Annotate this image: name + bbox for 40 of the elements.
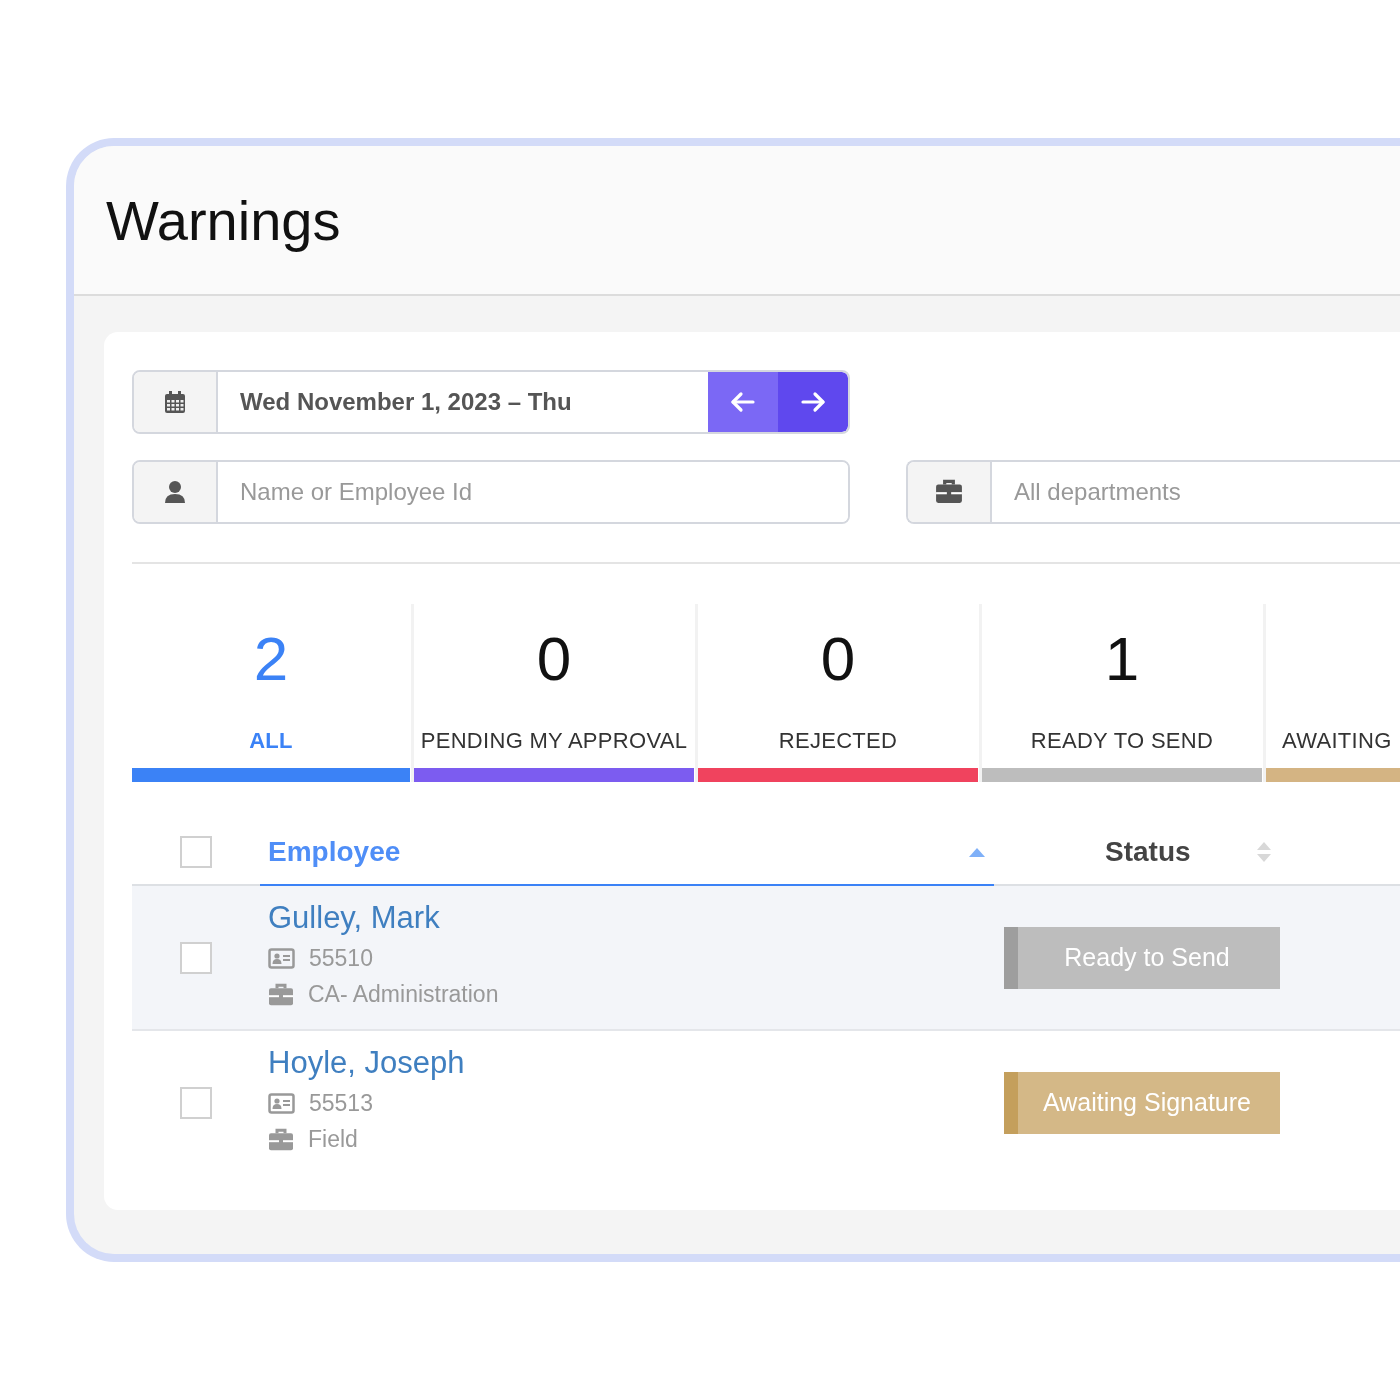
tab-count: 1 xyxy=(1104,628,1140,690)
tab-label: REJECTED xyxy=(778,728,898,754)
left-arrow-icon xyxy=(730,391,756,413)
tab-label: PENDING MY APPROVAL xyxy=(420,728,688,754)
status-tab[interactable]: 0 REJECTED xyxy=(698,604,978,782)
id-card-icon xyxy=(268,948,295,969)
tab-count: 0 xyxy=(536,628,572,690)
employee-id: 55513 xyxy=(309,1090,373,1117)
department-name: CA- Administration xyxy=(308,981,499,1008)
briefcase-icon xyxy=(268,1127,294,1152)
employee-id: 55510 xyxy=(309,945,373,972)
id-card-icon xyxy=(268,1093,295,1114)
status-tab[interactable]: AWAITING xyxy=(1266,604,1400,782)
tab-label: AWAITING xyxy=(1282,728,1392,754)
person-icon xyxy=(164,480,186,504)
column-header[interactable]: Status xyxy=(994,820,1284,884)
status-badge: Ready to Send xyxy=(1004,926,1280,989)
status-tab[interactable]: 0 PENDING MY APPROVAL xyxy=(414,604,694,782)
select-all-checkbox[interactable] xyxy=(180,836,212,868)
department-name: Field xyxy=(308,1126,358,1153)
right-arrow-icon xyxy=(800,391,826,413)
briefcase-icon xyxy=(268,982,294,1007)
briefcase-icon xyxy=(935,479,963,505)
status-badge: Awaiting Signature xyxy=(1004,1071,1280,1134)
next-button[interactable] xyxy=(778,372,848,432)
page-title: Warnings xyxy=(106,187,341,253)
status-tab[interactable]: 1 READY TO SEND xyxy=(982,604,1262,782)
row-checkbox[interactable] xyxy=(180,941,212,974)
tab-label: READY TO SEND xyxy=(1030,728,1214,754)
department-field[interactable]: All departments xyxy=(906,460,1400,524)
tab-label: ALL xyxy=(249,728,293,754)
sort-ascending-icon xyxy=(968,847,986,857)
employee-name[interactable]: Hoyle, Joseph xyxy=(268,1045,994,1081)
tab-count: 0 xyxy=(820,628,856,690)
tab-count: 2 xyxy=(253,628,289,690)
previous-button[interactable] xyxy=(708,372,778,432)
search-field[interactable]: Name or Employee Id xyxy=(132,460,850,524)
employee-name[interactable]: Gulley, Mark xyxy=(268,900,994,936)
calendar-icon xyxy=(164,390,186,414)
row-checkbox[interactable] xyxy=(180,1086,212,1119)
